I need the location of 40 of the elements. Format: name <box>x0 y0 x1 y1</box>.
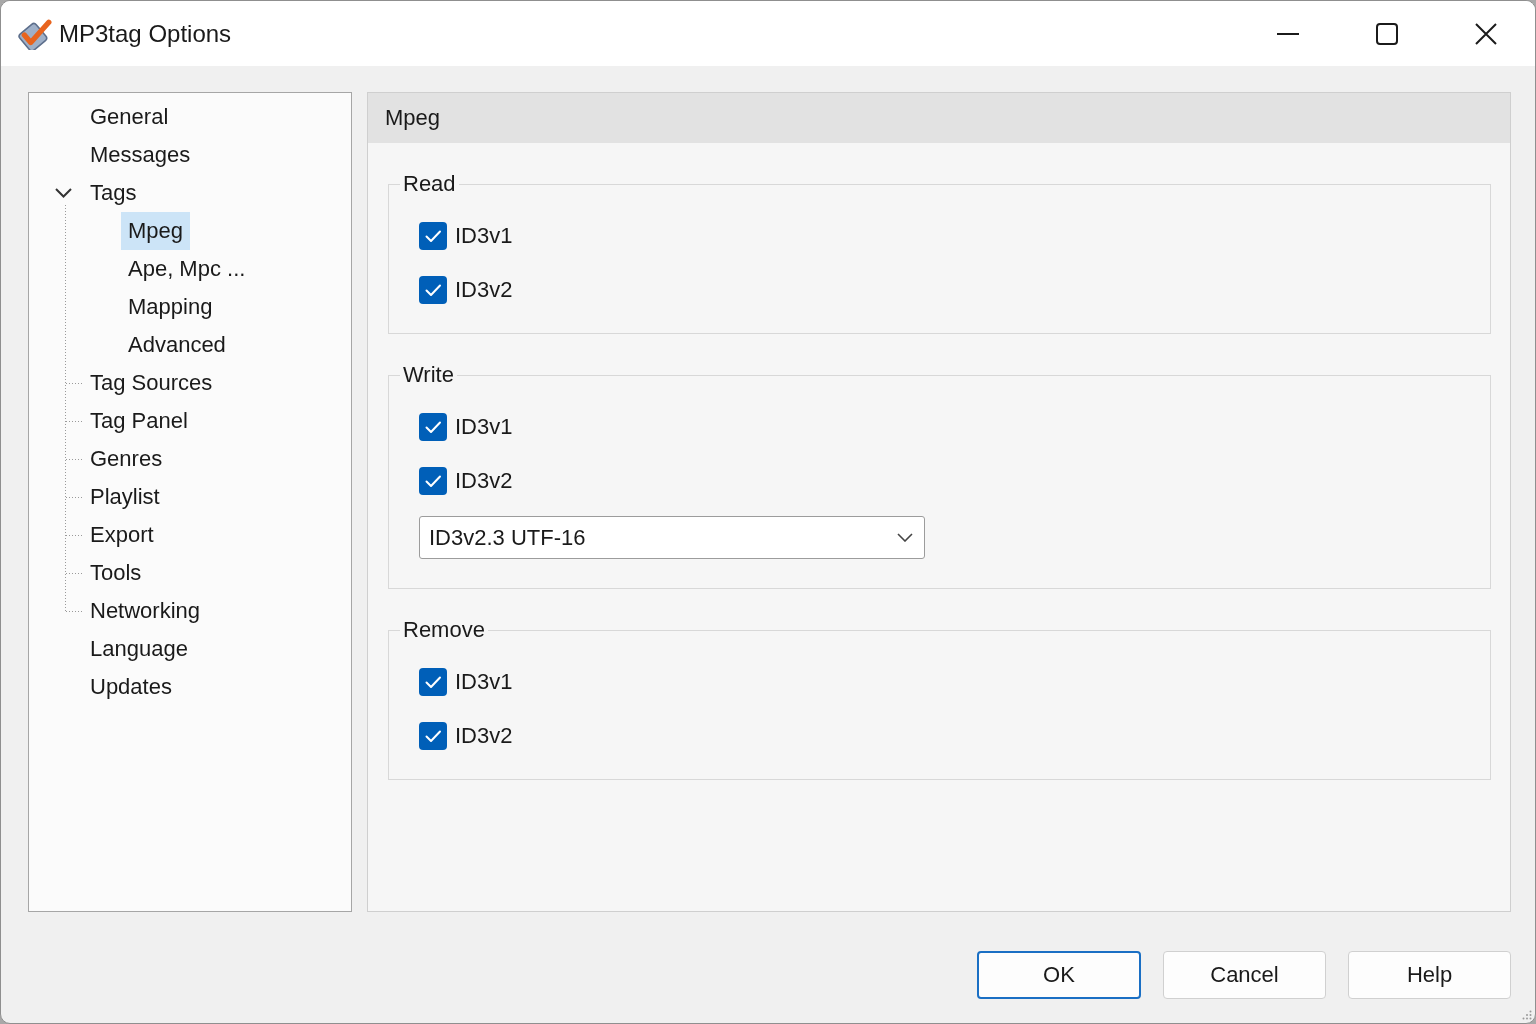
resize-grip-icon[interactable] <box>1522 1010 1532 1020</box>
dialog-button[interactable]: OK <box>977 951 1141 999</box>
tree-item[interactable]: General <box>83 98 176 136</box>
tree-item[interactable]: Updates <box>83 668 179 706</box>
tree-item[interactable]: Mapping <box>121 288 220 326</box>
close-icon[interactable] <box>1474 22 1497 45</box>
checkbox[interactable] <box>419 467 447 495</box>
checkbox[interactable] <box>419 276 447 304</box>
chevron-down-icon <box>897 533 913 542</box>
checkbox-label[interactable]: ID3v2 <box>455 277 513 303</box>
checkbox[interactable] <box>419 722 447 750</box>
tree-item[interactable]: Tag Sources <box>83 364 220 402</box>
tree-item[interactable]: Language <box>83 630 195 668</box>
encoding-dropdown[interactable]: ID3v2.3 UTF-16 <box>419 516 925 559</box>
checkbox-label[interactable]: ID3v2 <box>455 468 513 494</box>
tree-item[interactable]: Genres <box>83 440 170 478</box>
checkbox[interactable] <box>419 222 447 250</box>
tree-item[interactable]: Export <box>83 516 161 554</box>
dialog-button[interactable]: Cancel <box>1163 951 1326 999</box>
minimize-icon[interactable] <box>1276 32 1299 35</box>
tree-item[interactable]: Ape, Mpc ... <box>121 250 253 288</box>
page-title: Mpeg <box>368 93 1510 143</box>
tree-item[interactable]: Messages <box>83 136 198 174</box>
dialog-button[interactable]: Help <box>1348 951 1511 999</box>
tree-item[interactable]: Tag Panel <box>83 402 195 440</box>
checkbox-label[interactable]: ID3v1 <box>455 223 513 249</box>
checkbox-label[interactable]: ID3v2 <box>455 723 513 749</box>
tree-item[interactable]: Tools <box>83 554 149 592</box>
chevron-down-icon[interactable] <box>54 188 72 198</box>
window-title: MP3tag Options <box>59 19 232 48</box>
checkbox-label[interactable]: ID3v1 <box>455 669 513 695</box>
maximize-icon[interactable] <box>1375 22 1398 45</box>
tree-item[interactable]: Advanced <box>121 326 233 364</box>
checkbox-label[interactable]: ID3v1 <box>455 414 513 440</box>
checkbox[interactable] <box>419 413 447 441</box>
tree-item[interactable]: Tags <box>83 174 144 212</box>
tree-item[interactable]: Networking <box>83 592 208 630</box>
tree-item[interactable]: Mpeg <box>121 212 191 250</box>
tree-item[interactable]: Playlist <box>83 478 167 516</box>
checkbox[interactable] <box>419 668 447 696</box>
